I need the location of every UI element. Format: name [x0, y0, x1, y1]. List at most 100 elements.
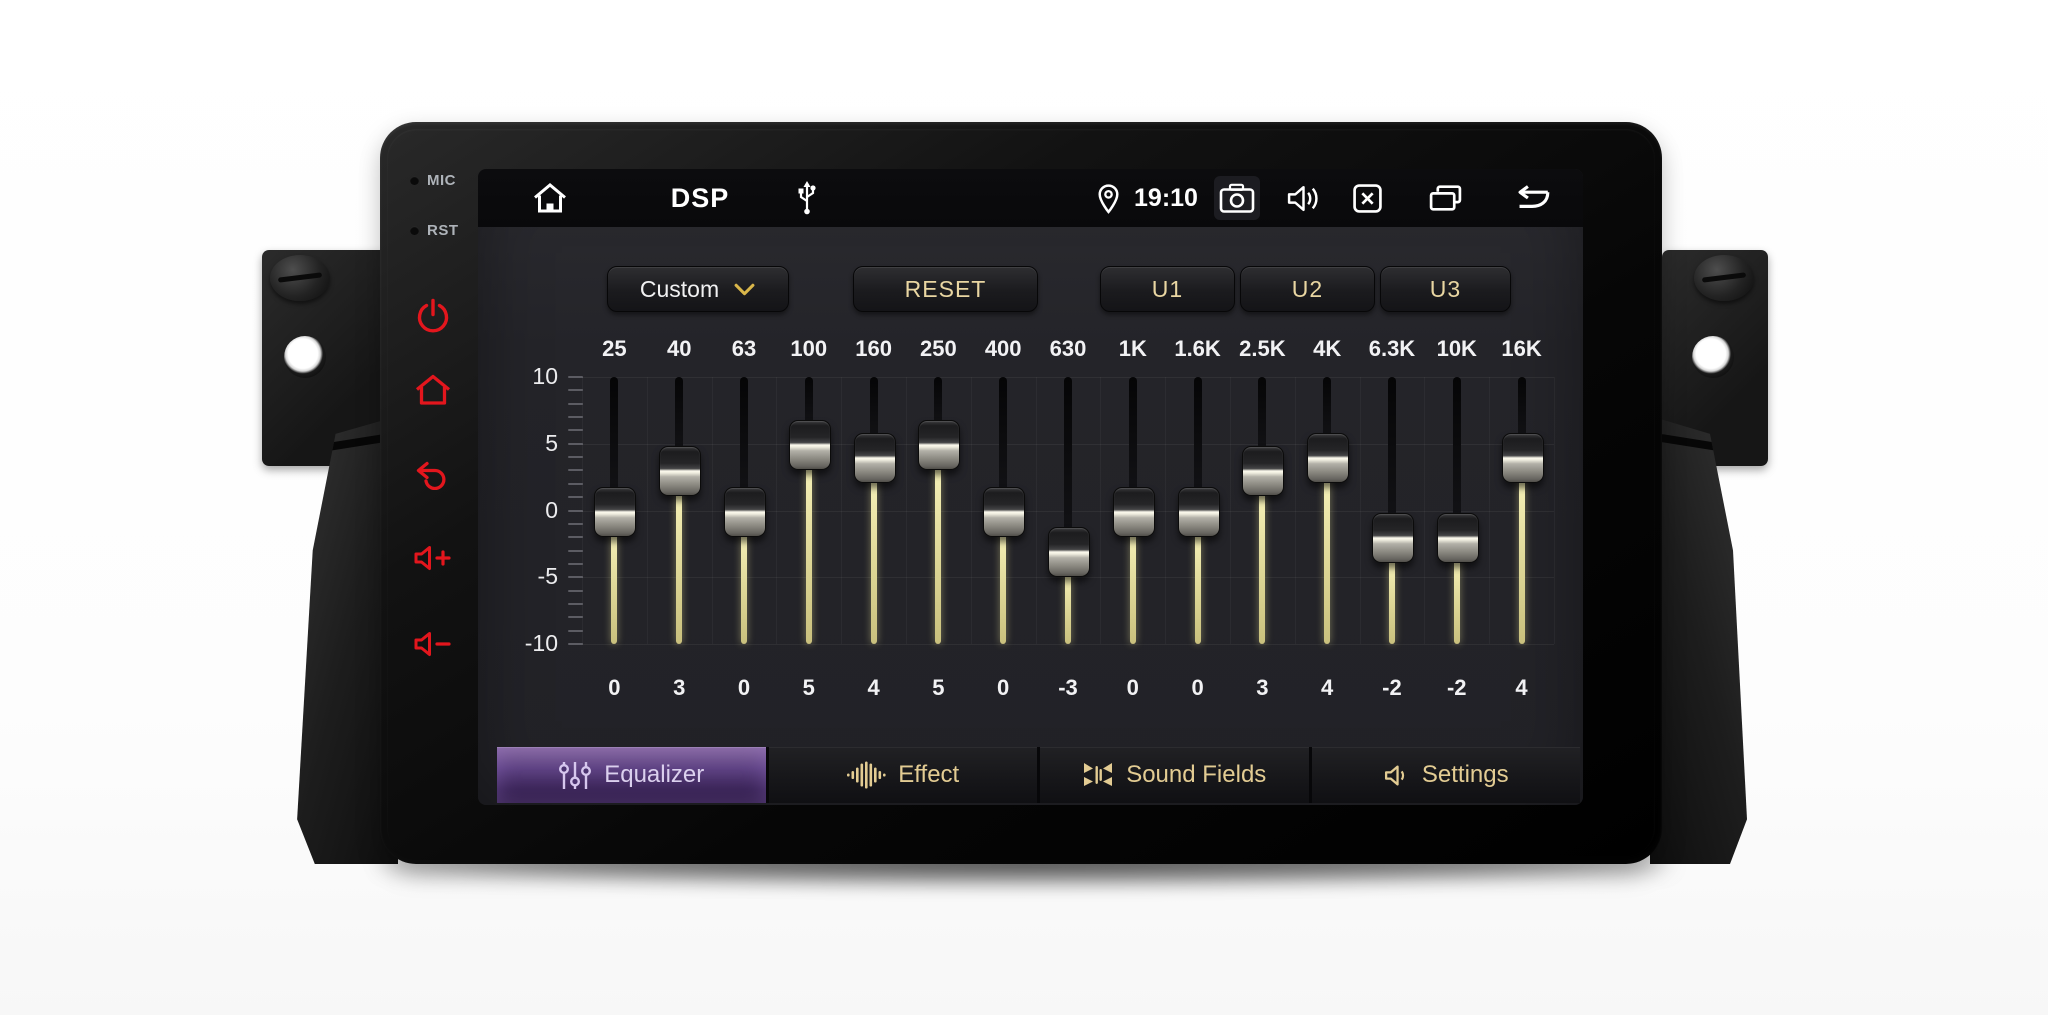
scale-label-0: 0	[504, 497, 558, 524]
home-soft-button[interactable]	[524, 169, 576, 227]
scale-tick	[568, 456, 583, 458]
memory-button-u3[interactable]: U3	[1380, 266, 1511, 312]
eq-band-40[interactable]	[647, 377, 712, 644]
home-hard-button[interactable]	[410, 368, 456, 412]
rst-label: RST	[410, 222, 459, 239]
home-icon	[530, 181, 570, 215]
scale-label--5: -5	[504, 563, 558, 590]
gain-value-40: 3	[647, 675, 712, 701]
tab-effect[interactable]: Effect	[769, 747, 1038, 803]
eq-band-63[interactable]	[712, 377, 777, 644]
tab-settings[interactable]: Settings	[1312, 747, 1581, 803]
scale-tick	[568, 643, 583, 645]
eq-track-lower	[1324, 477, 1330, 644]
eq-track-lower	[1389, 557, 1395, 644]
status-bar: DSP 19:10	[478, 169, 1583, 227]
gain-value-6.3K: -2	[1360, 675, 1425, 701]
eq-slider-knob[interactable]	[1372, 513, 1414, 563]
eq-band-400[interactable]	[971, 377, 1036, 644]
eq-slider-knob[interactable]	[1437, 513, 1479, 563]
page-title: DSP	[658, 169, 742, 227]
freq-label-160: 160	[841, 336, 906, 362]
eq-slider-knob[interactable]	[1242, 446, 1284, 496]
reset-button[interactable]: RESET	[853, 266, 1038, 312]
eq-track-upper	[1453, 377, 1461, 517]
eq-band-4K[interactable]	[1295, 377, 1360, 644]
eq-band-10K[interactable]	[1424, 377, 1489, 644]
memory-button-u1[interactable]: U1	[1100, 266, 1235, 312]
eq-slider-knob[interactable]	[854, 433, 896, 483]
freq-label-2.5K: 2.5K	[1230, 336, 1295, 362]
scale-tick	[568, 416, 583, 418]
bracket-screw-icon	[270, 255, 330, 301]
eq-track-upper	[740, 377, 748, 491]
tab-equalizer[interactable]: Equalizer	[497, 747, 766, 803]
eq-slider-knob[interactable]	[1307, 433, 1349, 483]
eq-band-16K[interactable]	[1489, 377, 1554, 644]
eq-track-lower	[1195, 531, 1201, 645]
gain-value-row: 0305450-30034-2-24	[582, 675, 1554, 701]
mic-text: MIC	[427, 172, 456, 189]
product-photo-background: MIC RST DSP	[0, 0, 2048, 1015]
eq-slider-knob[interactable]	[1048, 527, 1090, 577]
eq-band-1.6K[interactable]	[1165, 377, 1230, 644]
gain-value-16K: 4	[1489, 675, 1554, 701]
gain-value-100: 5	[776, 675, 841, 701]
scale-label-10: 10	[504, 363, 558, 390]
eq-band-2.5K[interactable]	[1230, 377, 1295, 644]
eq-slider-knob[interactable]	[789, 420, 831, 470]
recent-apps-button[interactable]	[1422, 169, 1468, 227]
freq-label-1K: 1K	[1100, 336, 1165, 362]
scale-label-5: 5	[504, 430, 558, 457]
memory-button-label: U3	[1430, 276, 1461, 303]
speaker-icon	[1383, 762, 1410, 789]
eq-band-630[interactable]	[1036, 377, 1101, 644]
eq-slider-knob[interactable]	[1502, 433, 1544, 483]
eq-band-6.3K[interactable]	[1360, 377, 1425, 644]
eq-slider-knob[interactable]	[918, 420, 960, 470]
eq-slider-knob[interactable]	[659, 446, 701, 496]
eq-track-lower	[806, 464, 812, 644]
gain-value-10K: -2	[1424, 675, 1489, 701]
preset-dropdown-value: Custom	[640, 276, 719, 303]
scale-tick	[568, 483, 583, 485]
volume-down-button[interactable]	[410, 622, 456, 666]
volume-up-button[interactable]	[410, 536, 456, 580]
freq-label-25: 25	[582, 336, 647, 362]
back-soft-button[interactable]	[1503, 169, 1557, 227]
recents-icon	[1428, 184, 1463, 213]
eq-band-1K[interactable]	[1100, 377, 1165, 644]
eq-track-lower	[1519, 477, 1525, 644]
bezel-control-column: MIC RST	[396, 160, 474, 720]
memory-button-u2[interactable]: U2	[1240, 266, 1375, 312]
scale-tick	[568, 376, 583, 378]
eq-slider-knob[interactable]	[1113, 487, 1155, 537]
bracket-hole-icon	[1692, 336, 1734, 378]
eq-band-25[interactable]	[582, 377, 647, 644]
volume-soft-button[interactable]	[1280, 169, 1326, 227]
preset-dropdown[interactable]: Custom	[607, 266, 789, 312]
tab-sound-fields[interactable]: Sound Fields	[1040, 747, 1309, 803]
eq-slider-knob[interactable]	[1178, 487, 1220, 537]
eq-track-upper	[1518, 377, 1526, 437]
volume-down-icon	[412, 628, 454, 660]
eq-band-100[interactable]	[776, 377, 841, 644]
bottom-tab-bar: Equalizer Effect Sound Fields Settings	[497, 747, 1580, 803]
eq-track-upper	[1194, 377, 1202, 491]
waveform-icon	[846, 760, 886, 790]
scale-tick	[568, 443, 583, 445]
eq-band-250[interactable]	[906, 377, 971, 644]
close-app-button[interactable]	[1344, 169, 1390, 227]
eq-slider-knob[interactable]	[594, 487, 636, 537]
eq-slider-knob[interactable]	[983, 487, 1025, 537]
eq-band-160[interactable]	[841, 377, 906, 644]
eq-track-upper	[1129, 377, 1137, 491]
power-button[interactable]	[410, 294, 456, 338]
back-hard-button[interactable]	[410, 452, 456, 496]
scale-tick	[568, 616, 583, 618]
eq-slider-knob[interactable]	[724, 487, 766, 537]
screenshot-button[interactable]	[1214, 169, 1260, 227]
gridline-vertical	[1554, 377, 1555, 644]
gain-value-630: -3	[1036, 675, 1101, 701]
eq-track-upper	[870, 377, 878, 437]
